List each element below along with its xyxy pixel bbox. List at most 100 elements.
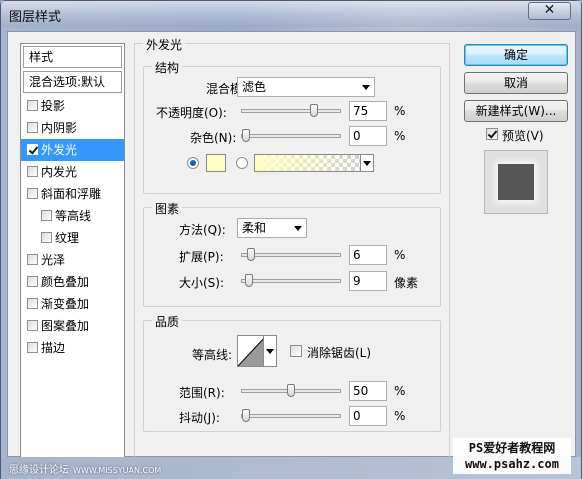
style-item-checkbox[interactable] [41, 210, 52, 221]
style-item-checkbox[interactable] [27, 320, 38, 331]
spread-slider[interactable] [241, 248, 341, 261]
quality-group: 品质 等高线: 消除锯齿(L) 范围(R): 50 % 抖动(J): 0 % [143, 313, 441, 432]
style-item-label: 等高线 [55, 209, 92, 223]
style-item-checkbox[interactable] [27, 298, 38, 309]
contour-dropdown[interactable] [263, 336, 276, 366]
title-bar[interactable]: 图层样式 ✕ [1, 1, 581, 27]
style-item[interactable]: 图案叠加 [21, 315, 124, 337]
outer-glow-panel: 外发光 结构 混合模式: 滤色 不透明度(O): 75 % 杂色(N): 0 %… [134, 36, 450, 459]
style-item-checkbox[interactable] [27, 188, 38, 199]
style-item-label: 内发光 [41, 165, 78, 179]
style-item[interactable]: 纹理 [21, 227, 124, 249]
solid-color-radio[interactable] [187, 157, 199, 169]
jitter-input[interactable]: 0 [349, 406, 387, 426]
style-item-label: 外发光 [41, 143, 78, 157]
spread-slider-thumb[interactable] [247, 248, 255, 261]
opacity-slider-thumb[interactable] [310, 104, 318, 117]
style-item-checkbox[interactable] [27, 100, 38, 111]
anti-alias-checkbox[interactable] [290, 345, 302, 357]
outer-glow-title: 外发光 [143, 36, 186, 53]
watermark-left: 思缘设计论坛 WWW.MISSYUAN.COM [9, 461, 161, 476]
new-style-button[interactable]: 新建样式(W)... [464, 100, 568, 122]
style-item[interactable]: 光泽 [21, 249, 124, 271]
size-input[interactable]: 9 [349, 271, 387, 291]
close-button[interactable]: ✕ [528, 2, 571, 20]
method-select[interactable]: 柔和 [237, 218, 307, 238]
dialog-body: 样式 混合选项:默认 投影 内阴影 外发光 内发光 斜面和浮雕 等高线 纹理 光泽 颜色叠加 渐变… [7, 31, 576, 459]
method-label: 方法(Q): [179, 223, 226, 237]
style-item[interactable]: 等高线 [21, 205, 124, 227]
style-item-checkbox[interactable] [41, 232, 52, 243]
range-label: 范围(R): [179, 386, 225, 400]
style-item[interactable]: 斜面和浮雕 [21, 183, 124, 205]
style-item[interactable]: 投影 [21, 95, 124, 117]
glow-color-swatch[interactable] [206, 154, 226, 172]
blending-options-item[interactable]: 混合选项:默认 [23, 71, 122, 93]
style-list: 样式 混合选项:默认 投影内阴影外发光内发光斜面和浮雕等高线纹理光泽颜色叠加渐变… [20, 43, 125, 459]
size-label: 大小(S): [179, 276, 225, 290]
gradient-dropdown[interactable] [360, 155, 373, 171]
size-unit: 像素 [394, 276, 419, 290]
noise-input[interactable]: 0 [349, 126, 387, 146]
chevron-down-icon [294, 226, 302, 231]
structure-group: 结构 混合模式: 滤色 不透明度(O): 75 % 杂色(N): 0 % [143, 59, 441, 194]
range-slider-thumb[interactable] [287, 384, 295, 397]
layer-style-dialog: 图层样式 ✕ 样式 混合选项:默认 投影 内阴影 外发光 内发光 斜面和浮雕 等高线 纹理光… [0, 0, 582, 479]
gradient-picker[interactable] [254, 154, 374, 172]
style-item-checkbox[interactable] [27, 276, 38, 287]
style-item[interactable]: 内阴影 [21, 117, 124, 139]
blend-mode-value: 滤色 [242, 80, 267, 94]
style-item[interactable]: 渐变叠加 [21, 293, 124, 315]
jitter-unit: % [394, 409, 406, 423]
range-input[interactable]: 50 [349, 381, 387, 401]
style-item[interactable]: 外发光 [21, 139, 124, 161]
spread-label: 扩展(P): [179, 250, 224, 264]
style-item[interactable]: 颜色叠加 [21, 271, 124, 293]
styles-header[interactable]: 样式 [23, 46, 122, 68]
preview-checkbox[interactable] [486, 128, 498, 140]
watermark-right: PS爱好者教程网 www.psahz.com [453, 438, 571, 474]
blend-mode-select[interactable]: 滤色 [237, 77, 375, 97]
jitter-slider-thumb[interactable] [242, 409, 250, 422]
watermark-right-line2: www.psahz.com [465, 457, 559, 471]
ok-button[interactable]: 确定 [464, 44, 568, 66]
style-item-label: 颜色叠加 [41, 275, 90, 289]
style-item-checkbox[interactable] [27, 254, 38, 265]
chevron-down-icon [362, 85, 370, 90]
noise-slider[interactable] [241, 129, 341, 142]
size-slider-thumb[interactable] [245, 274, 253, 287]
opacity-input[interactable]: 75 [349, 101, 387, 121]
noise-slider-thumb[interactable] [242, 129, 250, 142]
opacity-slider[interactable] [241, 104, 341, 117]
structure-title: 结构 [152, 59, 183, 76]
size-slider[interactable] [241, 274, 341, 287]
style-item-label: 内阴影 [41, 121, 78, 135]
style-item-label: 光泽 [41, 253, 66, 267]
style-item-checkbox[interactable] [27, 342, 38, 353]
anti-alias-label[interactable]: 消除锯齿(L) [307, 344, 371, 361]
elements-group: 图素 方法(Q): 柔和 扩展(P): 6 % 大小(S): 9 像素 [143, 200, 441, 307]
checkmark-icon [486, 128, 498, 140]
style-item-label: 投影 [41, 99, 66, 113]
cancel-button[interactable]: 取消 [464, 72, 568, 94]
style-item-checkbox[interactable] [27, 166, 38, 177]
style-item-checkbox[interactable] [27, 122, 38, 133]
style-item-label: 纹理 [55, 231, 80, 245]
preview-label[interactable]: 预览(V) [502, 127, 544, 144]
contour-picker[interactable] [237, 335, 277, 367]
style-preview [484, 150, 548, 214]
style-item[interactable]: 描边 [21, 337, 124, 359]
gradient-radio[interactable] [236, 157, 248, 169]
jitter-label: 抖动(J): [179, 411, 220, 425]
spread-input[interactable]: 6 [349, 245, 387, 265]
style-item-label: 斜面和浮雕 [41, 187, 102, 201]
style-items: 投影内阴影外发光内发光斜面和浮雕等高线纹理光泽颜色叠加渐变叠加 图案叠加 描边 [21, 95, 124, 359]
quality-title: 品质 [152, 313, 183, 330]
window-title: 图层样式 [9, 10, 62, 25]
style-item[interactable]: 内发光 [21, 161, 124, 183]
jitter-slider[interactable] [241, 409, 341, 422]
style-item-checkbox[interactable] [27, 144, 38, 155]
opacity-label: 不透明度(O): [156, 106, 227, 120]
range-slider[interactable] [241, 384, 341, 397]
preview-swatch [498, 164, 534, 200]
